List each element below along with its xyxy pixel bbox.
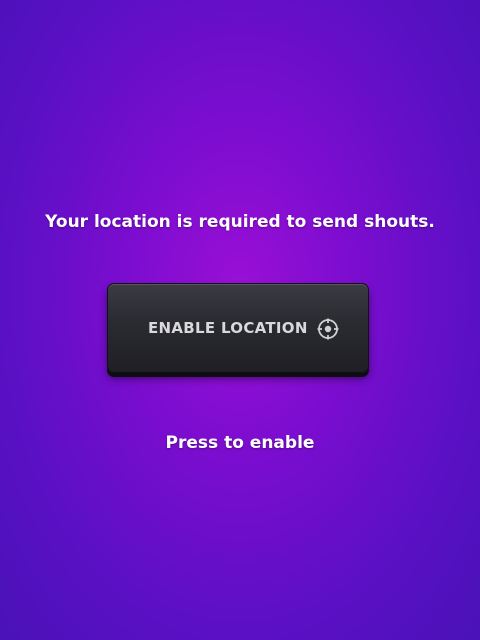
gps-target-icon <box>317 318 339 340</box>
location-required-message: Your location is required to send shouts… <box>45 212 435 232</box>
location-required-screen: Your location is required to send shouts… <box>0 0 480 640</box>
press-to-enable-hint: Press to enable <box>165 433 315 453</box>
enable-location-button[interactable]: ENABLE LOCATION <box>107 283 369 373</box>
enable-location-label: ENABLE LOCATION <box>148 319 308 337</box>
